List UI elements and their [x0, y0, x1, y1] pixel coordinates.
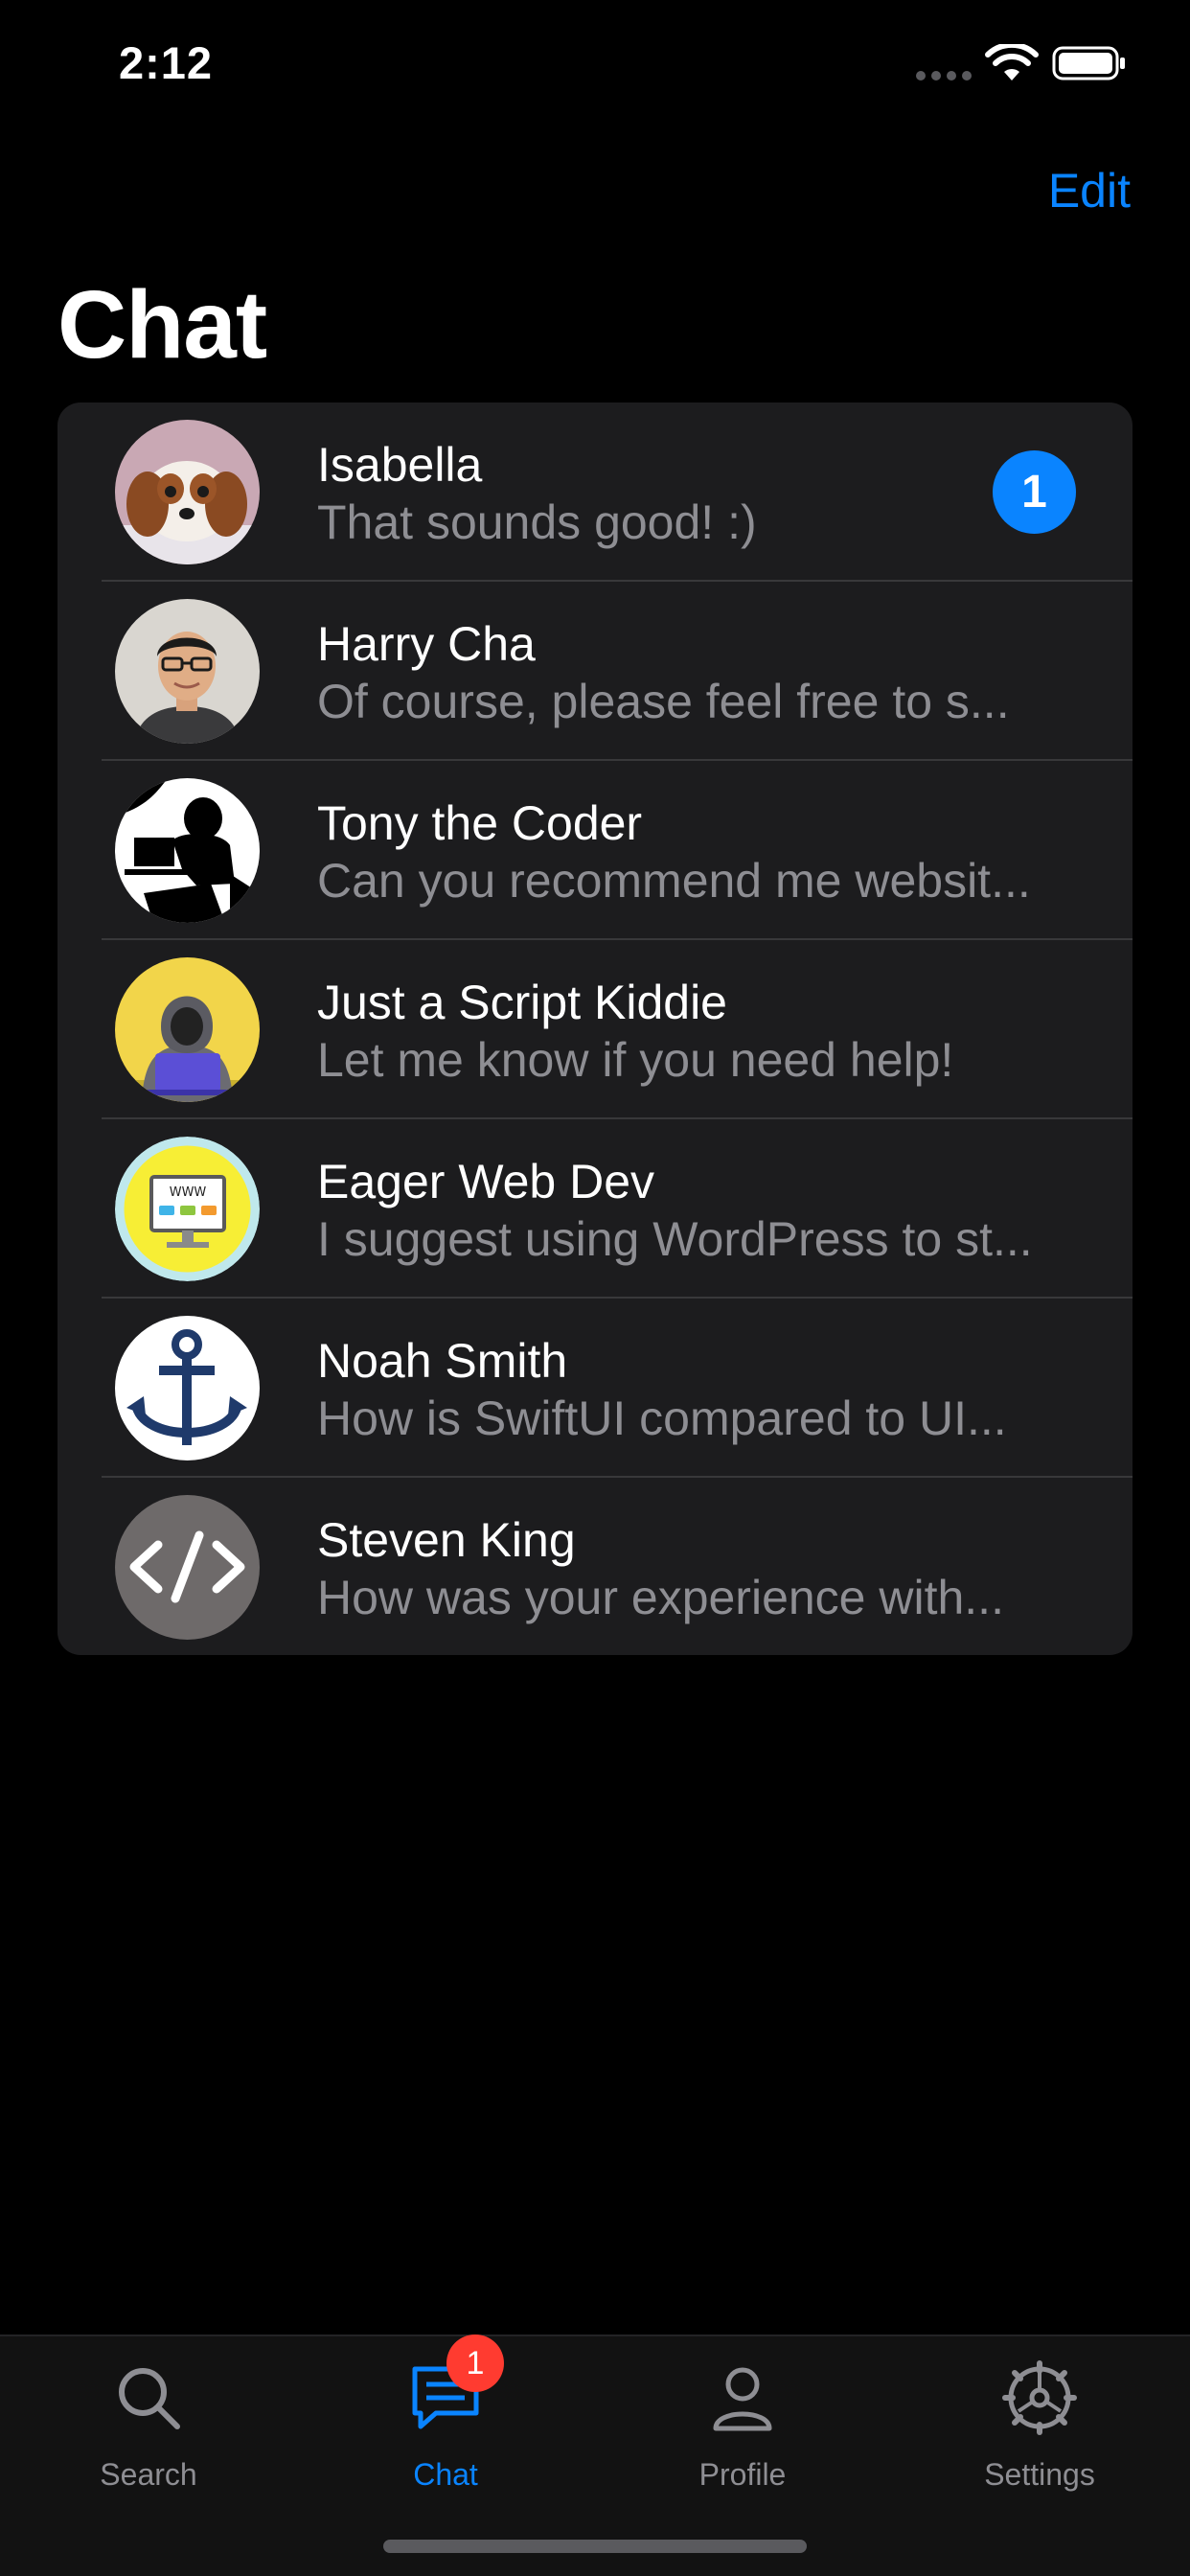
chat-row-tony-the-coder[interactable]: Tony the Coder Can you recommend me webs… — [57, 761, 1133, 940]
person-icon — [713, 2367, 772, 2431]
chat-preview: How is SwiftUI compared to UI... — [317, 1392, 1007, 1445]
chat-name: Steven King — [317, 1513, 576, 1567]
home-indicator — [383, 2540, 807, 2553]
wifi-icon — [985, 44, 1039, 80]
chat-list: Isabella That sounds good! :) 1 Harry Ch… — [57, 402, 1133, 1655]
tab-search[interactable]: Search — [0, 2336, 297, 2509]
chat-row-noah-smith[interactable]: Noah Smith How is SwiftUI compared to UI… — [57, 1299, 1133, 1478]
hacker-hoodie-avatar — [115, 957, 260, 1102]
code-tag-avatar — [115, 1495, 260, 1640]
chat-preview: Can you recommend me websit... — [317, 854, 1031, 908]
puppy-avatar — [115, 420, 260, 564]
chat-row-just-a-script-kiddie[interactable]: Just a Script Kiddie Let me know if you … — [57, 940, 1133, 1119]
www-text: WWW — [170, 1185, 207, 1200]
tab-chat[interactable]: Chat — [297, 2336, 594, 2509]
chat-preview: Of course, please feel free to s... — [317, 675, 1010, 728]
chat-row-eager-web-dev[interactable]: WWW Eager Web Dev I suggest using WordPr… — [57, 1119, 1133, 1299]
chat-name: Harry Cha — [317, 617, 536, 671]
chat-row-harry-cha[interactable]: Harry Cha Of course, please feel free to… — [57, 582, 1133, 761]
gear-icon — [1002, 2360, 1077, 2435]
search-icon — [119, 2368, 180, 2429]
status-time: 2:12 — [119, 37, 214, 88]
tab-label: Profile — [698, 2457, 787, 2492]
coder-silhouette-avatar — [115, 778, 260, 923]
chat-preview: I suggest using WordPress to st... — [317, 1212, 1033, 1266]
person-photo-avatar — [115, 599, 260, 744]
page-title: Chat — [57, 271, 267, 379]
unread-badge: 1 — [993, 450, 1076, 534]
tab-label: Chat — [413, 2457, 478, 2492]
chat-name: Isabella — [317, 438, 483, 492]
anchor-avatar — [115, 1316, 260, 1460]
tab-settings[interactable]: Settings — [891, 2336, 1188, 2509]
chat-row-steven-king[interactable]: Steven King How was your experience with… — [57, 1478, 1133, 1655]
tab-label: Search — [100, 2457, 197, 2492]
chat-preview: How was your experience with... — [317, 1571, 1004, 1624]
tab-label: Settings — [984, 2457, 1095, 2492]
chat-row-isabella[interactable]: Isabella That sounds good! :) 1 — [57, 402, 1133, 582]
tab-profile[interactable]: Profile — [594, 2336, 891, 2509]
chat-preview: That sounds good! :) — [317, 495, 757, 549]
chat-name: Eager Web Dev — [317, 1155, 655, 1208]
chat-name: Just a Script Kiddie — [317, 976, 727, 1029]
chat-name: Noah Smith — [317, 1334, 568, 1388]
chat-name: Tony the Coder — [317, 796, 643, 850]
edit-button[interactable]: Edit — [1048, 163, 1131, 218]
www-monitor-avatar: WWW — [115, 1137, 260, 1281]
cellular-signal-icon — [916, 71, 972, 80]
status-bar: 2:12 — [0, 0, 1190, 129]
battery-icon — [1052, 46, 1125, 80]
chat-tab-badge: 1 — [446, 2334, 504, 2392]
chat-preview: Let me know if you need help! — [317, 1033, 954, 1087]
